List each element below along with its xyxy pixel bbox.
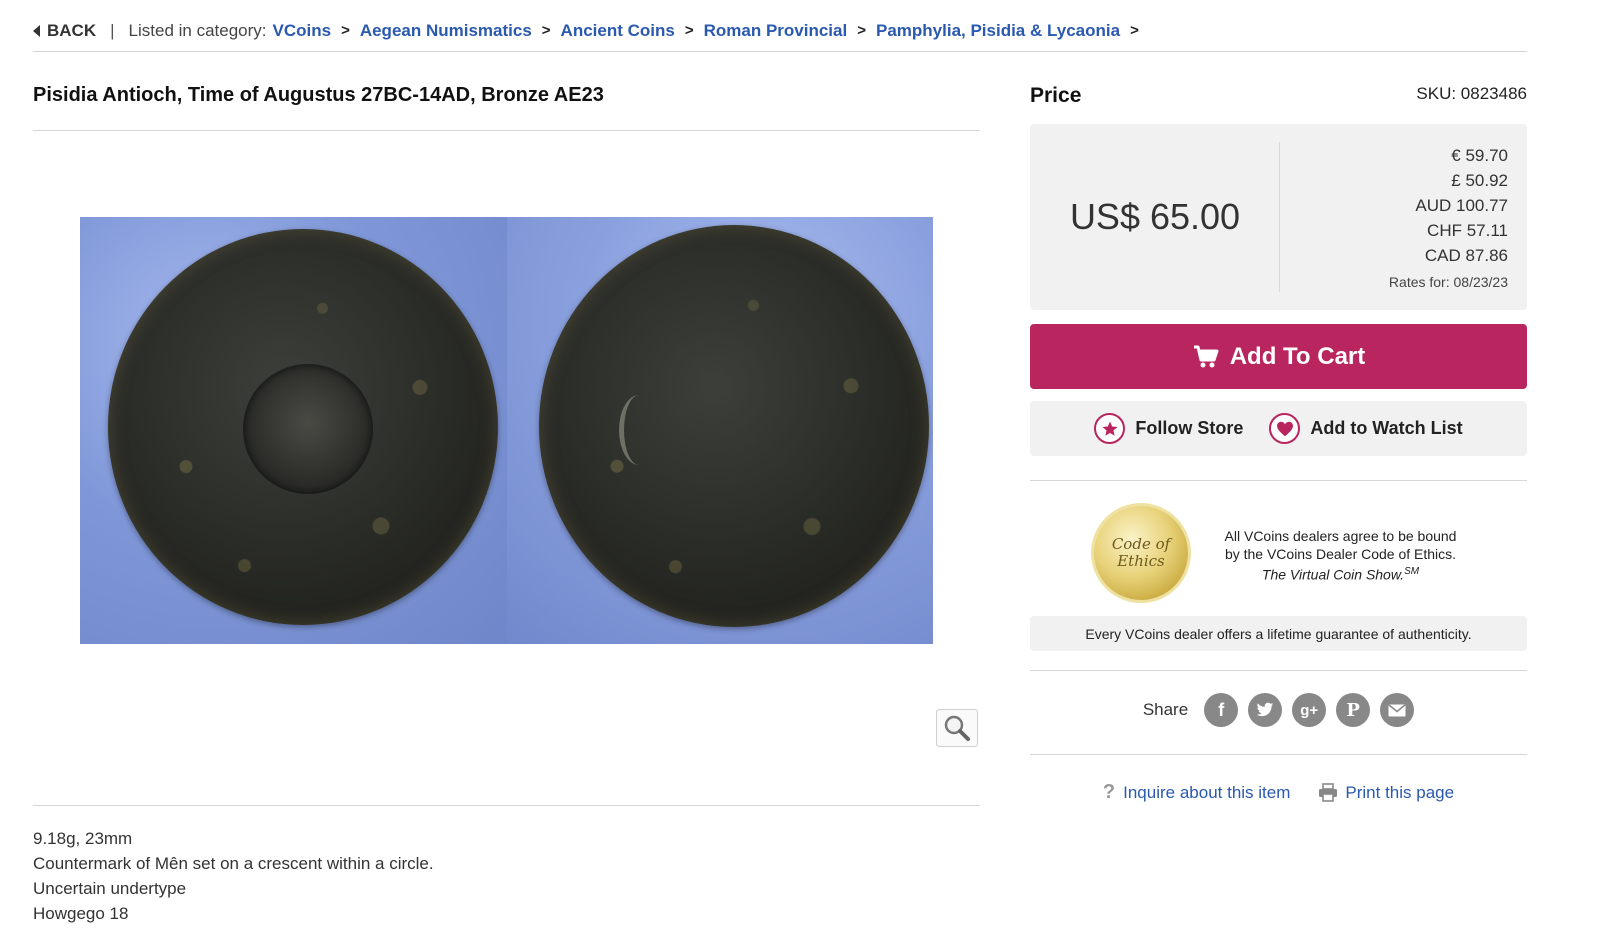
coin-patina xyxy=(538,225,929,627)
price-gbp: £ 50.92 xyxy=(1451,171,1508,190)
cart-icon xyxy=(1193,345,1219,367)
breadcrumb-arrow: > xyxy=(541,22,551,39)
back-button[interactable]: BACK xyxy=(33,21,96,41)
watch-list-label: Add to Watch List xyxy=(1310,418,1463,438)
authenticity-guarantee: Every VCoins dealer offers a lifetime gu… xyxy=(1030,616,1527,651)
magnifier-icon[interactable] xyxy=(936,709,978,747)
item-links: ? Inquire about this item Print this pag… xyxy=(1030,781,1527,804)
email-icon[interactable] xyxy=(1380,693,1415,727)
price-chf: CHF 57.11 xyxy=(1427,221,1508,240)
breadcrumb: BACK | Listed in category: VCoins > Aege… xyxy=(33,14,1527,52)
star-icon xyxy=(1094,413,1126,444)
inquire-label: Inquire about this item xyxy=(1123,782,1291,802)
divider xyxy=(1030,480,1527,481)
description-countermark: Countermark of Mên set on a crescent wit… xyxy=(33,854,434,873)
coin-image[interactable] xyxy=(80,217,933,644)
share-label: Share xyxy=(1142,700,1189,719)
facebook-icon[interactable]: f xyxy=(1204,693,1239,727)
inquire-link[interactable]: ? Inquire about this item xyxy=(1103,781,1290,804)
share-bar: Share f g+ P xyxy=(1030,693,1527,727)
back-arrow-icon xyxy=(33,24,40,37)
follow-store-button[interactable]: Follow Store xyxy=(1094,413,1243,444)
price-divider xyxy=(1279,142,1280,292)
breadcrumb-arrow: > xyxy=(684,22,694,39)
breadcrumb-ancient-coins[interactable]: Ancient Coins xyxy=(561,21,675,41)
divider xyxy=(33,130,980,131)
price-eur: € 59.70 xyxy=(1451,146,1508,165)
printer-icon xyxy=(1319,783,1338,802)
breadcrumb-separator: | xyxy=(110,20,115,40)
breadcrumb-arrow: > xyxy=(341,22,350,39)
print-link[interactable]: Print this page xyxy=(1318,781,1454,804)
ethics-statement: All VCoins dealers agree to be bound by … xyxy=(1198,527,1483,584)
breadcrumb-aegean-numismatics[interactable]: Aegean Numismatics xyxy=(360,21,532,41)
ethics-line-2: by the VCoins Dealer Code of Ethics. xyxy=(1224,546,1457,562)
follow-store-label: Follow Store xyxy=(1135,418,1244,438)
divider xyxy=(1030,754,1527,755)
question-icon: ? xyxy=(1102,781,1116,803)
crescent-mark xyxy=(618,395,659,465)
pinterest-icon[interactable]: P xyxy=(1336,693,1371,727)
description-weight-size: 9.18g, 23mm xyxy=(33,829,133,848)
google-plus-icon[interactable]: g+ xyxy=(1292,693,1327,727)
price-cad: CAD 87.86 xyxy=(1424,246,1508,265)
divider xyxy=(1030,670,1527,671)
sku: SKU: 0823486 xyxy=(1416,84,1527,103)
back-label: BACK xyxy=(47,20,97,40)
code-of-ethics-seal: Code of Ethics xyxy=(1094,506,1188,600)
add-to-cart-label: Add To Cart xyxy=(1229,342,1366,370)
ethics-line-1: All VCoins dealers agree to be bound xyxy=(1224,528,1457,544)
price-box: US$ 65.00 € 59.70 £ 50.92 AUD 100.77 CHF… xyxy=(1030,124,1527,310)
item-description: 9.18g, 23mm Countermark of Mên set on a … xyxy=(33,826,434,926)
coin-obverse-panel xyxy=(80,217,507,644)
coin-obverse xyxy=(108,229,498,625)
add-to-cart-button[interactable]: Add To Cart xyxy=(1030,324,1527,389)
coin-reverse xyxy=(538,225,929,627)
service-mark: SM xyxy=(1404,566,1420,577)
seal-line-2: Ethics xyxy=(1117,552,1165,570)
virtual-coin-show-text: The Virtual Coin Show. xyxy=(1261,566,1405,583)
breadcrumb-vcoins[interactable]: VCoins xyxy=(273,21,332,41)
breadcrumb-arrow: > xyxy=(857,22,866,39)
breadcrumb-pamphylia[interactable]: Pamphylia, Pisidia & Lycaonia xyxy=(876,21,1120,41)
print-label: Print this page xyxy=(1345,782,1455,802)
seal-line-1: Code of xyxy=(1111,535,1171,553)
currency-conversions: € 59.70 £ 50.92 AUD 100.77 CHF 57.11 CAD… xyxy=(1389,143,1508,295)
follow-watch-bar: Follow Store Add to Watch List xyxy=(1030,401,1527,456)
countermark xyxy=(243,364,373,494)
item-title: Pisidia Antioch, Time of Augustus 27BC-1… xyxy=(33,84,604,106)
divider xyxy=(33,805,980,806)
heart-icon xyxy=(1269,413,1301,444)
price-label: Price xyxy=(1030,84,1082,107)
twitter-icon[interactable] xyxy=(1248,693,1283,727)
breadcrumb-roman-provincial[interactable]: Roman Provincial xyxy=(704,21,848,41)
breadcrumb-arrow: > xyxy=(1130,22,1139,39)
description-undertype: Uncertain undertype xyxy=(33,879,187,898)
listed-in-label: Listed in category: xyxy=(128,20,267,40)
coin-reverse-panel xyxy=(506,217,933,644)
ethics-line-3: The Virtual Coin Show.SM xyxy=(1198,563,1483,584)
price-aud: AUD 100.77 xyxy=(1415,196,1508,215)
description-reference: Howgego 18 xyxy=(33,904,129,923)
price-main: US$ 65.00 xyxy=(1069,196,1241,237)
rates-date: Rates for: 08/23/23 xyxy=(1388,274,1508,290)
add-to-watch-list-button[interactable]: Add to Watch List xyxy=(1269,413,1463,444)
